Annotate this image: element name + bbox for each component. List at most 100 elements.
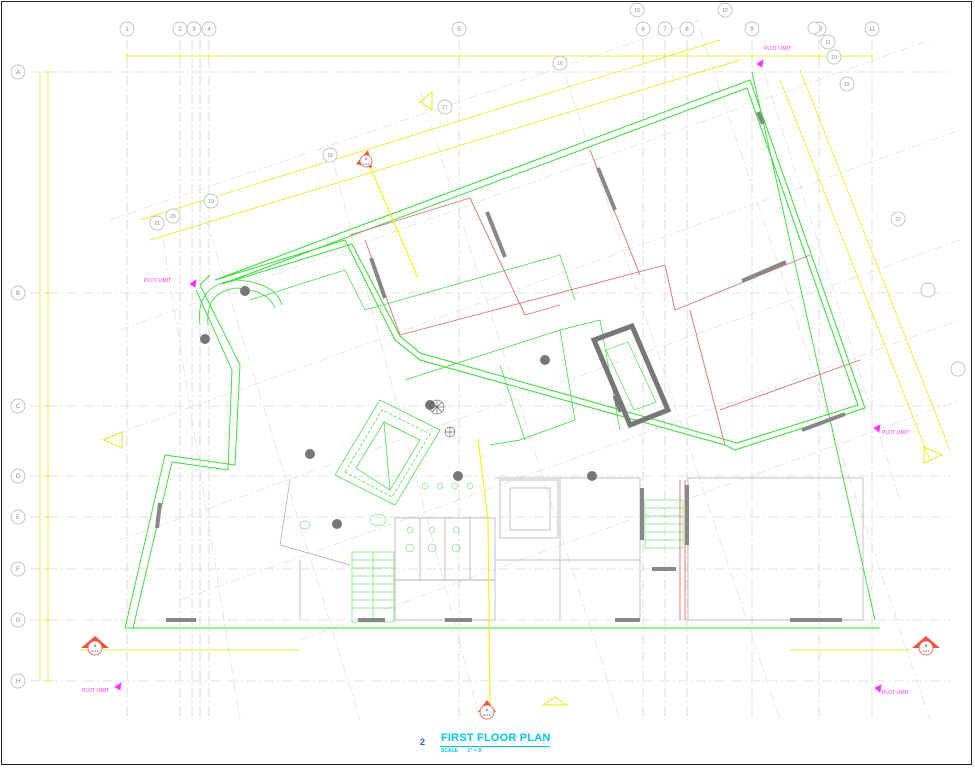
lower-block-walls <box>279 477 864 621</box>
grid-bubble-rotated: 18 <box>322 147 338 163</box>
grid-bubble-col-7: 7 <box>657 21 673 37</box>
drawing-scale: SCALE 1" = 8' <box>441 748 482 754</box>
svg-text:22: 22 <box>895 217 901 223</box>
grid-bubble-label: G <box>16 618 21 624</box>
grid-bubble-rotated <box>920 282 936 298</box>
columns <box>200 286 597 529</box>
svg-text:16: 16 <box>557 61 563 67</box>
grid-bubble-rotated: 20 <box>165 208 181 224</box>
restroom-fixtures <box>299 482 474 553</box>
grid-bubble-rotated: 10 <box>826 49 842 65</box>
grid-bubble-rotated: 22 <box>890 211 906 227</box>
section-marker-a-bottom: A A-3.1 <box>478 700 496 720</box>
section-marker-letter: A <box>486 707 489 712</box>
grid-bubble-label: 11 <box>869 27 876 33</box>
grid-bubble-row-g: G <box>10 612 26 628</box>
atrium <box>334 399 441 506</box>
scale-value: 1" = 8' <box>467 748 483 754</box>
section-marker-sheet: A-3.1 <box>91 649 99 653</box>
drawing-title-block: 2 FIRST FLOOR PLAN SCALE 1" = 8' <box>414 730 614 760</box>
column <box>240 286 250 296</box>
grid-bubble-label: D <box>16 474 21 480</box>
grid-lines-vertical <box>126 40 873 720</box>
grid-bubble-label: F <box>16 567 20 573</box>
grid-bubble-label: B <box>16 291 20 297</box>
grid-bubble-row-d: D <box>10 468 26 484</box>
drawing-number: 2 <box>420 737 426 747</box>
grid-bubble-row-a: A <box>10 64 26 80</box>
column <box>540 355 550 365</box>
drawing-title: FIRST FLOOR PLAN <box>441 732 551 744</box>
grid-bubble-col-6: 6 <box>635 21 651 37</box>
svg-text:10: 10 <box>831 55 837 61</box>
column <box>200 334 210 344</box>
svg-text:20: 20 <box>170 214 176 220</box>
plot-limit-label: PLOT LIMIT <box>764 46 791 52</box>
grid-bubble-col-5: 5 <box>451 21 467 37</box>
dimension-ticks <box>45 53 873 682</box>
svg-text:15: 15 <box>844 82 850 88</box>
grid-bubble-rotated: 15 <box>839 76 855 92</box>
plot-limit-label: PLOT LIMIT <box>882 690 909 696</box>
secondary-walls <box>249 254 621 446</box>
column <box>332 519 342 529</box>
section-marker-letter: A <box>365 156 368 161</box>
plot-limit-arrows <box>114 59 882 693</box>
plot-limit-label: PLOT LIMIT <box>882 430 909 436</box>
window-segments <box>155 111 846 622</box>
column <box>453 471 463 481</box>
column <box>587 471 597 481</box>
grid-bubble-row-b: B <box>10 285 26 301</box>
grid-bubble-row-f: F <box>10 561 26 577</box>
grid-bubble-rotated: 21 <box>149 215 165 231</box>
grid-bubble-row-e: E <box>10 509 26 525</box>
section-marker-sheet: A-3.1 <box>483 713 491 717</box>
grid-bubble-label: H <box>16 679 20 685</box>
section-marker-b-left: B A-3.1 <box>81 636 109 656</box>
svg-text:21: 21 <box>154 221 160 227</box>
section-marker-sheet: A-3.1 <box>922 649 930 653</box>
svg-text:17: 17 <box>442 105 448 111</box>
north-arrows <box>102 91 944 706</box>
building-outer-walls <box>214 79 866 451</box>
floor-plan-drawing: PLOT LIMIT PLOT LIMIT PLOT LIMIT PLOT LI… <box>10 2 966 721</box>
grid-bubble-col-3: 3 <box>186 21 202 37</box>
grid-bubble-col-9: 9 <box>744 21 760 37</box>
grid-bubble-row-c: C <box>10 398 26 414</box>
grid-column-bubbles: 1 2 3 4 5 6 7 8 9 10 11 <box>119 21 880 37</box>
title-underline <box>440 746 550 747</box>
grid-bubble-rotated: 17 <box>437 99 453 115</box>
grid-bubble-col-1: 1 <box>119 21 135 37</box>
plot-limit-labels: PLOT LIMIT PLOT LIMIT PLOT LIMIT PLOT LI… <box>82 46 909 696</box>
grid-bubble-col-2: 2 <box>172 21 188 37</box>
section-marker-a-top: A A-3.1 <box>356 150 373 168</box>
grid-row-bubbles: A B C D E F G H <box>10 64 26 689</box>
grid-bubble-rotated: 16 <box>552 55 568 71</box>
grid-bubble-rotated: 13 <box>629 2 645 18</box>
grid-bubble-label: A <box>16 70 20 76</box>
svg-text:11: 11 <box>825 40 830 46</box>
section-marker-letter: B <box>94 643 97 648</box>
plot-limit-label: PLOT LIMIT <box>144 278 171 284</box>
grid-bubble-rotated <box>807 21 821 35</box>
grid-bubble-rotated <box>950 361 966 377</box>
svg-text:12: 12 <box>722 8 728 14</box>
grid-bubble-rotated: 19 <box>203 193 219 209</box>
section-marker-letter: B <box>925 643 928 648</box>
section-markers: B A-3.1 B A-3.1 A A-3.1 A A-3.1 <box>81 150 940 720</box>
svg-text:19: 19 <box>208 199 214 205</box>
grid-lines-horizontal <box>30 71 950 682</box>
grid-bubble-rotated: 11 <box>820 34 836 50</box>
column <box>305 449 315 459</box>
section-marker-sheet: A-3.1 <box>362 162 370 166</box>
plot-limit-label: PLOT LIMIT <box>82 688 109 694</box>
grid-bubble-label: E <box>16 515 20 521</box>
grid-bubble-col-8: 8 <box>679 21 695 37</box>
floor-plan-sheet: PLOT LIMIT PLOT LIMIT PLOT LIMIT PLOT LI… <box>0 0 975 768</box>
grid-bubble-col-11: 11 <box>864 21 880 37</box>
grid-bubble-rotated: 12 <box>717 2 733 18</box>
scale-label: SCALE <box>441 748 458 754</box>
grid-bubble-row-h: H <box>10 673 26 689</box>
svg-text:13: 13 <box>634 8 640 14</box>
grid-bubble-label: C <box>16 404 21 410</box>
